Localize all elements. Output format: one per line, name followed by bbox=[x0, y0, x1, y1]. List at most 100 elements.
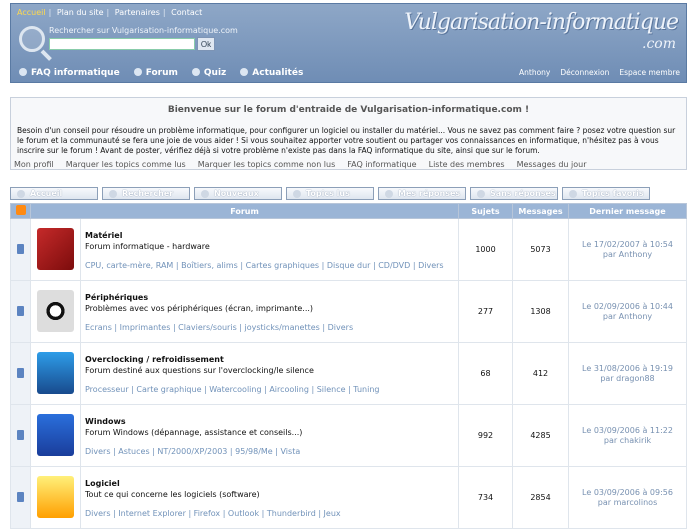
search-icon bbox=[109, 189, 117, 198]
forum-status-icon bbox=[17, 491, 24, 502]
nav-home-link[interactable]: Accueil bbox=[17, 8, 46, 17]
home-icon bbox=[17, 189, 25, 198]
star-icon bbox=[569, 189, 577, 198]
forum-status-icon bbox=[17, 305, 24, 316]
forum-status-icon bbox=[17, 367, 24, 378]
message-count: 1308 bbox=[512, 280, 569, 343]
nav-partners-link[interactable]: Partenaires bbox=[115, 8, 160, 17]
forum-title-link[interactable]: Matériel bbox=[85, 231, 458, 240]
top-navigation: Accueil | Plan du site | Partenaires | Cont… bbox=[17, 8, 203, 17]
webcam-icon bbox=[37, 289, 74, 332]
forum-description: Problèmes avec vos périphériques (écran,… bbox=[85, 304, 314, 313]
folder-icon bbox=[293, 189, 301, 198]
faq-link[interactable]: FAQ informatique bbox=[347, 160, 416, 169]
tab-read-topics[interactable]: Topics lus bbox=[286, 187, 374, 200]
last-message-header: Dernier message bbox=[568, 203, 687, 219]
forum-description: Tout ce qui concerne les logiciels (soft… bbox=[85, 490, 260, 499]
topic-count: 277 bbox=[458, 280, 513, 343]
topic-count: 1000 bbox=[458, 218, 513, 281]
new-icon bbox=[201, 189, 209, 198]
forum-subcategories[interactable]: Processeur | Carte graphique | Watercool… bbox=[85, 384, 458, 395]
table-row: Overclocking / refroidissement Forum dest… bbox=[10, 342, 687, 405]
nav-contact-link[interactable]: Contact bbox=[171, 8, 202, 17]
forum-subcategories[interactable]: Divers | Astuces | NT/2000/XP/2003 | 95/… bbox=[85, 446, 458, 457]
bullet-icon bbox=[240, 68, 249, 76]
search-input[interactable] bbox=[49, 38, 195, 50]
forum-tabs: Accueil Rechercher Nouveaux Topics lus M… bbox=[10, 187, 650, 200]
last-message[interactable]: Le 03/09/2006 à 09:56 par marcolinos bbox=[568, 466, 687, 529]
tab-unanswered[interactable]: Sans réponses bbox=[470, 187, 558, 200]
site-logo: Vulgarisation-informatique bbox=[404, 10, 679, 35]
tab-home[interactable]: Accueil bbox=[10, 187, 98, 200]
message-count: 2854 bbox=[512, 466, 569, 529]
tab-my-replies[interactable]: Mes réponses bbox=[378, 187, 466, 200]
forum-status-icon bbox=[17, 243, 24, 254]
faq-nav-item[interactable]: FAQ informatique bbox=[19, 68, 120, 78]
topic-count: 68 bbox=[458, 342, 513, 405]
last-message[interactable]: Le 17/02/2007 à 10:54 par Anthony bbox=[568, 218, 687, 281]
site-logo-domain: .com bbox=[642, 36, 676, 52]
cooling-icon bbox=[37, 351, 74, 394]
last-message[interactable]: Le 31/08/2006 à 19:19 par dragon88 bbox=[568, 342, 687, 405]
search-icon bbox=[19, 26, 45, 52]
graphics-card-icon bbox=[37, 227, 74, 270]
software-box-icon bbox=[37, 475, 74, 518]
mark-read-link[interactable]: Marquer les topics comme lus bbox=[66, 160, 186, 169]
nav-sitemap-link[interactable]: Plan du site bbox=[57, 8, 104, 17]
forum-description: Forum informatique - hardware bbox=[85, 242, 210, 251]
table-row: Windows Forum Windows (dépannage, assista… bbox=[10, 404, 687, 467]
table-row: Matériel Forum informatique - hardware CPU… bbox=[10, 218, 687, 281]
message-count: 4285 bbox=[512, 404, 569, 467]
table-row: Périphériques Problèmes avec vos périphér… bbox=[10, 280, 687, 343]
forum-title-link[interactable]: Logiciel bbox=[85, 479, 458, 488]
unanswered-icon bbox=[477, 189, 485, 198]
messages-header: Messages bbox=[512, 203, 569, 219]
member-area-link[interactable]: Espace membre bbox=[619, 68, 680, 77]
last-message[interactable]: Le 02/09/2006 à 10:44 par Anthony bbox=[568, 280, 687, 343]
message-count: 5073 bbox=[512, 218, 569, 281]
tab-search[interactable]: Rechercher bbox=[102, 187, 190, 200]
bullet-icon bbox=[19, 68, 27, 76]
search-ok-button[interactable]: Ok bbox=[197, 37, 215, 51]
forum-description: Forum Windows (dépannage, assistance et … bbox=[85, 428, 303, 437]
last-message[interactable]: Le 03/09/2006 à 11:22 par chakirik bbox=[568, 404, 687, 467]
members-link[interactable]: Liste des membres bbox=[429, 160, 505, 169]
mark-unread-link[interactable]: Marquer les topics comme non lus bbox=[198, 160, 336, 169]
table-row: Logiciel Tout ce qui concerne les logicie… bbox=[10, 466, 687, 529]
user-navigation: Anthony Déconnexion Espace membre bbox=[519, 68, 680, 77]
topics-header: Sujets bbox=[458, 203, 513, 219]
quiz-nav-item[interactable]: Quiz bbox=[191, 68, 226, 78]
topic-count: 734 bbox=[458, 466, 513, 529]
forum-subcategories[interactable]: Ecrans | Imprimantes | Claviers/souris |… bbox=[85, 322, 458, 333]
forum-table: Forum Sujets Messages Dernier message Ma… bbox=[10, 203, 687, 529]
rss-icon[interactable] bbox=[15, 205, 26, 215]
message-count: 412 bbox=[512, 342, 569, 405]
forum-title-link[interactable]: Périphériques bbox=[85, 293, 458, 302]
welcome-text: Besoin d'un conseil pour résoudre un pro… bbox=[17, 126, 676, 155]
user-profile-link[interactable]: Anthony bbox=[519, 68, 550, 77]
forum-subcategories[interactable]: CPU, carte-mère, RAM | Boîtiers, alims |… bbox=[85, 260, 458, 271]
forum-description: Forum destiné aux questions sur l'overcl… bbox=[85, 366, 314, 375]
forum-status-icon bbox=[17, 429, 24, 440]
logout-link[interactable]: Déconnexion bbox=[560, 68, 609, 77]
forum-title-link[interactable]: Windows bbox=[85, 417, 458, 426]
profile-link[interactable]: Mon profil bbox=[14, 160, 54, 169]
welcome-title: Bienvenue sur le forum d'entraide de Vul… bbox=[167, 105, 530, 115]
forum-subcategories[interactable]: Divers | Internet Explorer | Firefox | O… bbox=[85, 508, 458, 519]
rss-header-cell bbox=[10, 203, 31, 219]
forum-nav-item[interactable]: Forum bbox=[133, 68, 178, 78]
daily-messages-link[interactable]: Messages du jour bbox=[517, 160, 587, 169]
tab-new[interactable]: Nouveaux bbox=[194, 187, 282, 200]
site-header: Accueil | Plan du site | Partenaires | Cont… bbox=[10, 3, 687, 83]
topic-count: 992 bbox=[458, 404, 513, 467]
tab-favorite-topics[interactable]: Topics favoris bbox=[562, 187, 650, 200]
forum-header: Forum bbox=[30, 203, 459, 219]
windows-icon bbox=[37, 413, 74, 456]
search-label: Rechercher sur Vulgarisation-informatiqu… bbox=[49, 26, 238, 35]
main-navigation: FAQ informatique Forum Quiz Actualités bbox=[19, 68, 303, 78]
news-nav-item[interactable]: Actualités bbox=[240, 68, 303, 78]
bullet-icon bbox=[133, 68, 142, 76]
bullet-icon bbox=[191, 68, 200, 76]
forum-menu: Mon profil Marquer les topics comme lus … bbox=[14, 160, 587, 169]
forum-title-link[interactable]: Overclocking / refroidissement bbox=[85, 355, 458, 364]
